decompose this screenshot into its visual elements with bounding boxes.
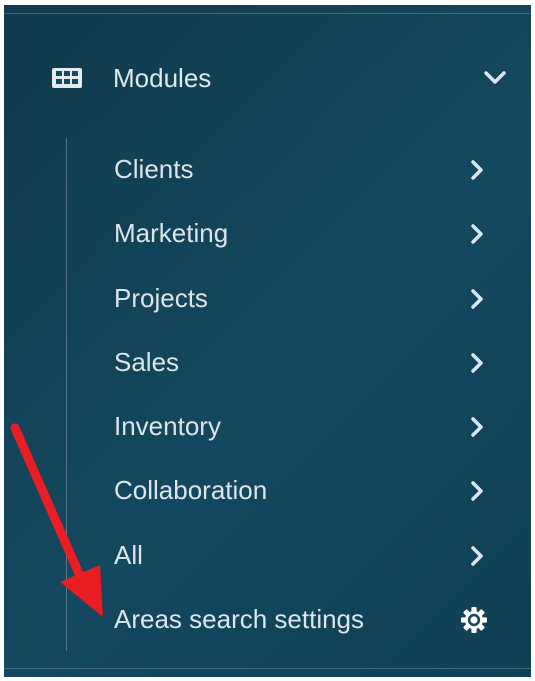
chevron-right-icon (471, 481, 483, 502)
chevron-right-icon (471, 288, 483, 309)
sidebar-item-label: Marketing (114, 218, 229, 249)
sidebar-item-collaboration[interactable]: Collaboration (4, 458, 531, 522)
sidebar-item-label: Sales (114, 346, 180, 377)
sidebar-item-label: Areas search settings (114, 604, 365, 635)
bottom-divider (4, 668, 531, 669)
chevron-right-icon (471, 160, 483, 180)
chevron-right-icon (471, 224, 483, 245)
modules-header[interactable]: Modules (4, 47, 531, 107)
sidebar-item-sales[interactable]: Sales (4, 330, 531, 394)
sidebar-item-clients[interactable]: Clients (4, 137, 531, 201)
gear-icon[interactable] (459, 605, 489, 635)
sidebar-panel: Modules Clients Marketing Projects Sales (4, 5, 531, 677)
sidebar-item-marketing[interactable]: Marketing (4, 201, 531, 265)
grid-icon (52, 68, 82, 88)
chevron-right-icon (471, 546, 483, 566)
modules-submenu: Clients Marketing Projects Sales Invento… (4, 137, 531, 651)
chevron-down-icon[interactable] (484, 71, 506, 85)
sidebar-item-all[interactable]: All (4, 523, 531, 587)
sidebar-item-label: Inventory (114, 411, 221, 442)
sidebar-item-inventory[interactable]: Inventory (4, 394, 531, 458)
top-divider (4, 13, 531, 14)
chevron-right-icon (471, 417, 483, 437)
sidebar-item-label: Collaboration (114, 475, 268, 506)
chevron-right-icon (471, 353, 483, 373)
sidebar-item-label: All (114, 539, 143, 570)
sidebar-item-label: Projects (114, 282, 208, 313)
sidebar-item-areas-search-settings[interactable]: Areas search settings (4, 587, 531, 651)
sidebar-item-label: Clients (114, 154, 194, 184)
modules-title: Modules (113, 63, 212, 93)
sidebar-item-projects[interactable]: Projects (4, 266, 531, 330)
